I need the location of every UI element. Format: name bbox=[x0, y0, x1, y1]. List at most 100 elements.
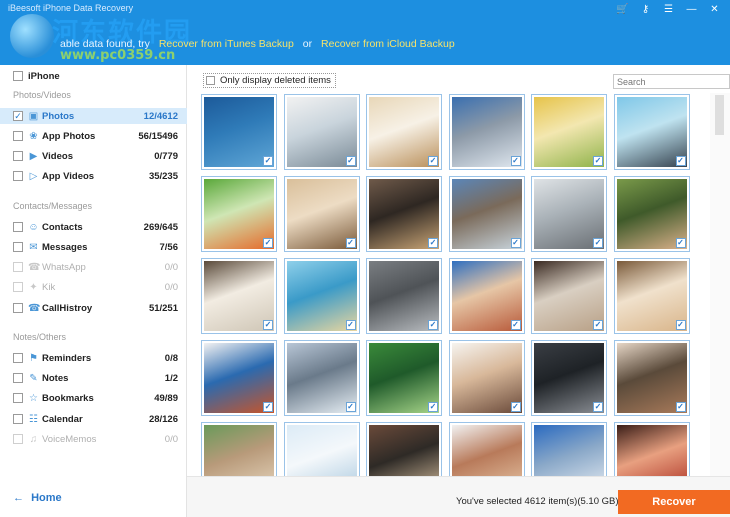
sidebar-item-notes[interactable]: ✎ Notes 1/2 bbox=[0, 370, 187, 386]
photo-thumbnail[interactable]: ✓ bbox=[201, 422, 277, 476]
minimize-icon[interactable]: — bbox=[680, 2, 703, 18]
home-button[interactable]: ← Home bbox=[13, 492, 62, 504]
photo-checkbox[interactable]: ✓ bbox=[510, 402, 521, 412]
sidebar-item-calendar[interactable]: ☷ Calendar 28/126 bbox=[0, 411, 187, 427]
photo-thumbnail[interactable]: ✓ bbox=[531, 176, 607, 252]
photo-checkbox[interactable]: ✓ bbox=[593, 238, 603, 248]
item-checkbox[interactable] bbox=[13, 242, 23, 252]
close-icon[interactable]: ✕ bbox=[703, 2, 726, 18]
sidebar-item-voicememos[interactable]: ♫ VoiceMemos 0/0 bbox=[0, 431, 187, 447]
photo-thumbnail[interactable]: ✓ bbox=[366, 422, 442, 476]
photo-thumbnail[interactable]: ✓ bbox=[201, 340, 277, 416]
key-icon[interactable]: ⚷ bbox=[634, 2, 657, 18]
item-checkbox[interactable] bbox=[13, 434, 23, 444]
sidebar-item-kik[interactable]: ✦ Kik 0/0 bbox=[0, 279, 187, 295]
photo-checkbox[interactable]: ✓ bbox=[428, 238, 438, 248]
sidebar-item-whatsapp[interactable]: ☎ WhatsApp 0/0 bbox=[0, 259, 187, 275]
scrollbar-thumb[interactable] bbox=[715, 95, 724, 135]
photo-thumbnail[interactable]: ✓ bbox=[448, 422, 525, 476]
photo-thumbnail[interactable]: ✓ bbox=[531, 258, 607, 334]
photo-thumbnail[interactable]: ✓ bbox=[448, 340, 525, 416]
photo-checkbox[interactable]: ✓ bbox=[593, 320, 603, 330]
photo-checkbox[interactable]: ✓ bbox=[675, 238, 686, 248]
item-checkbox[interactable] bbox=[13, 414, 23, 424]
photo-checkbox[interactable]: ✓ bbox=[428, 156, 438, 166]
photo-checkbox[interactable]: ✓ bbox=[593, 156, 603, 166]
item-checkbox[interactable] bbox=[13, 303, 23, 313]
photo-thumbnail[interactable]: ✓ bbox=[283, 258, 360, 334]
photo-thumbnail[interactable]: ✓ bbox=[531, 94, 607, 170]
item-checkbox[interactable] bbox=[13, 353, 23, 363]
photo-thumbnail[interactable]: ✓ bbox=[613, 258, 690, 334]
photo-checkbox[interactable]: ✓ bbox=[263, 402, 273, 412]
item-checkbox[interactable] bbox=[13, 373, 23, 383]
photo-checkbox[interactable]: ✓ bbox=[510, 320, 521, 330]
sidebar-item-photos[interactable]: ✓ ▣ Photos 12/4612 bbox=[0, 108, 187, 124]
photo-checkbox[interactable]: ✓ bbox=[428, 402, 438, 412]
photo-thumbnail[interactable]: ✓ bbox=[283, 176, 360, 252]
shop-icon[interactable]: 🛒 bbox=[611, 2, 634, 18]
photo-thumbnail[interactable]: ✓ bbox=[201, 94, 277, 170]
photo-checkbox[interactable]: ✓ bbox=[593, 402, 603, 412]
photo-thumbnail[interactable]: ✓ bbox=[531, 340, 607, 416]
sidebar-item-app-videos[interactable]: ▷ App Videos 35/235 bbox=[0, 168, 187, 184]
photo-checkbox[interactable]: ✓ bbox=[510, 156, 521, 166]
recover-button[interactable]: Recover bbox=[618, 490, 730, 514]
sidebar-item-callhistroy[interactable]: ☎ CallHistroy 51/251 bbox=[0, 300, 187, 316]
icloud-backup-link[interactable]: Recover from iCloud Backup bbox=[321, 38, 455, 50]
photo-thumbnail[interactable]: ✓ bbox=[283, 340, 360, 416]
photo-thumbnail[interactable]: ✓ bbox=[531, 422, 607, 476]
photo-thumbnail[interactable]: ✓ bbox=[366, 94, 442, 170]
photo-checkbox[interactable]: ✓ bbox=[510, 238, 521, 248]
photo-checkbox[interactable]: ✓ bbox=[345, 320, 356, 330]
photo-thumbnail[interactable]: ✓ bbox=[201, 258, 277, 334]
photo-checkbox[interactable]: ✓ bbox=[675, 402, 686, 412]
only-deleted-checkbox[interactable] bbox=[206, 76, 215, 85]
photo-thumbnail[interactable]: ✓ bbox=[613, 340, 690, 416]
sidebar-item-contacts[interactable]: ☺ Contacts 269/645 bbox=[0, 219, 187, 235]
photo-checkbox[interactable]: ✓ bbox=[428, 320, 438, 330]
item-checkbox[interactable] bbox=[13, 282, 23, 292]
photo-thumbnail[interactable]: ✓ bbox=[283, 422, 360, 476]
sidebar-item-bookmarks[interactable]: ☆ Bookmarks 49/89 bbox=[0, 390, 187, 406]
photo-thumbnail[interactable]: ✓ bbox=[448, 258, 525, 334]
only-deleted-label: Only display deleted items bbox=[220, 75, 331, 86]
sidebar-item-messages[interactable]: ✉ Messages 7/56 bbox=[0, 239, 187, 255]
only-deleted-toggle[interactable]: Only display deleted items bbox=[203, 73, 336, 88]
item-checkbox[interactable] bbox=[13, 393, 23, 403]
photo-thumbnail[interactable]: ✓ bbox=[613, 422, 690, 476]
item-checkbox[interactable] bbox=[13, 151, 23, 161]
photo-checkbox[interactable]: ✓ bbox=[263, 320, 273, 330]
item-checkbox[interactable] bbox=[13, 262, 23, 272]
photo-thumbnail[interactable]: ✓ bbox=[366, 176, 442, 252]
item-checkbox[interactable] bbox=[13, 171, 23, 181]
itunes-backup-link[interactable]: Recover from iTunes Backup bbox=[159, 38, 294, 50]
sidebar-item-reminders[interactable]: ⚑ Reminders 0/8 bbox=[0, 350, 187, 366]
photo-checkbox[interactable]: ✓ bbox=[263, 156, 273, 166]
photo-thumbnail[interactable]: ✓ bbox=[448, 176, 525, 252]
item-checkbox[interactable] bbox=[13, 131, 23, 141]
item-checkbox[interactable] bbox=[13, 222, 23, 232]
photo-checkbox[interactable]: ✓ bbox=[263, 238, 273, 248]
device-checkbox[interactable] bbox=[13, 71, 23, 81]
photo-checkbox[interactable]: ✓ bbox=[675, 320, 686, 330]
photo-thumbnail[interactable]: ✓ bbox=[201, 176, 277, 252]
photo-thumbnail[interactable]: ✓ bbox=[613, 176, 690, 252]
photo-thumbnail[interactable]: ✓ bbox=[448, 94, 525, 170]
photo-checkbox[interactable]: ✓ bbox=[345, 402, 356, 412]
sidebar-item-label: WhatsApp bbox=[42, 261, 86, 273]
photo-thumbnail[interactable]: ✓ bbox=[283, 94, 360, 170]
grid-scrollbar[interactable] bbox=[710, 93, 730, 476]
photo-checkbox[interactable]: ✓ bbox=[345, 156, 356, 166]
item-checkbox[interactable]: ✓ bbox=[13, 111, 23, 121]
search-input[interactable] bbox=[613, 74, 730, 89]
menu-icon[interactable]: ☰ bbox=[657, 2, 680, 18]
photo-thumbnail[interactable]: ✓ bbox=[366, 258, 442, 334]
sidebar-item-videos[interactable]: ▶ Videos 0/779 bbox=[0, 148, 187, 164]
photo-checkbox[interactable]: ✓ bbox=[675, 156, 686, 166]
device-row-iphone[interactable]: iPhone bbox=[0, 68, 187, 84]
photo-checkbox[interactable]: ✓ bbox=[345, 238, 356, 248]
sidebar-item-app-photos[interactable]: ❀ App Photos 56/15496 bbox=[0, 128, 187, 144]
photo-thumbnail[interactable]: ✓ bbox=[366, 340, 442, 416]
photo-thumbnail[interactable]: ✓ bbox=[613, 94, 690, 170]
